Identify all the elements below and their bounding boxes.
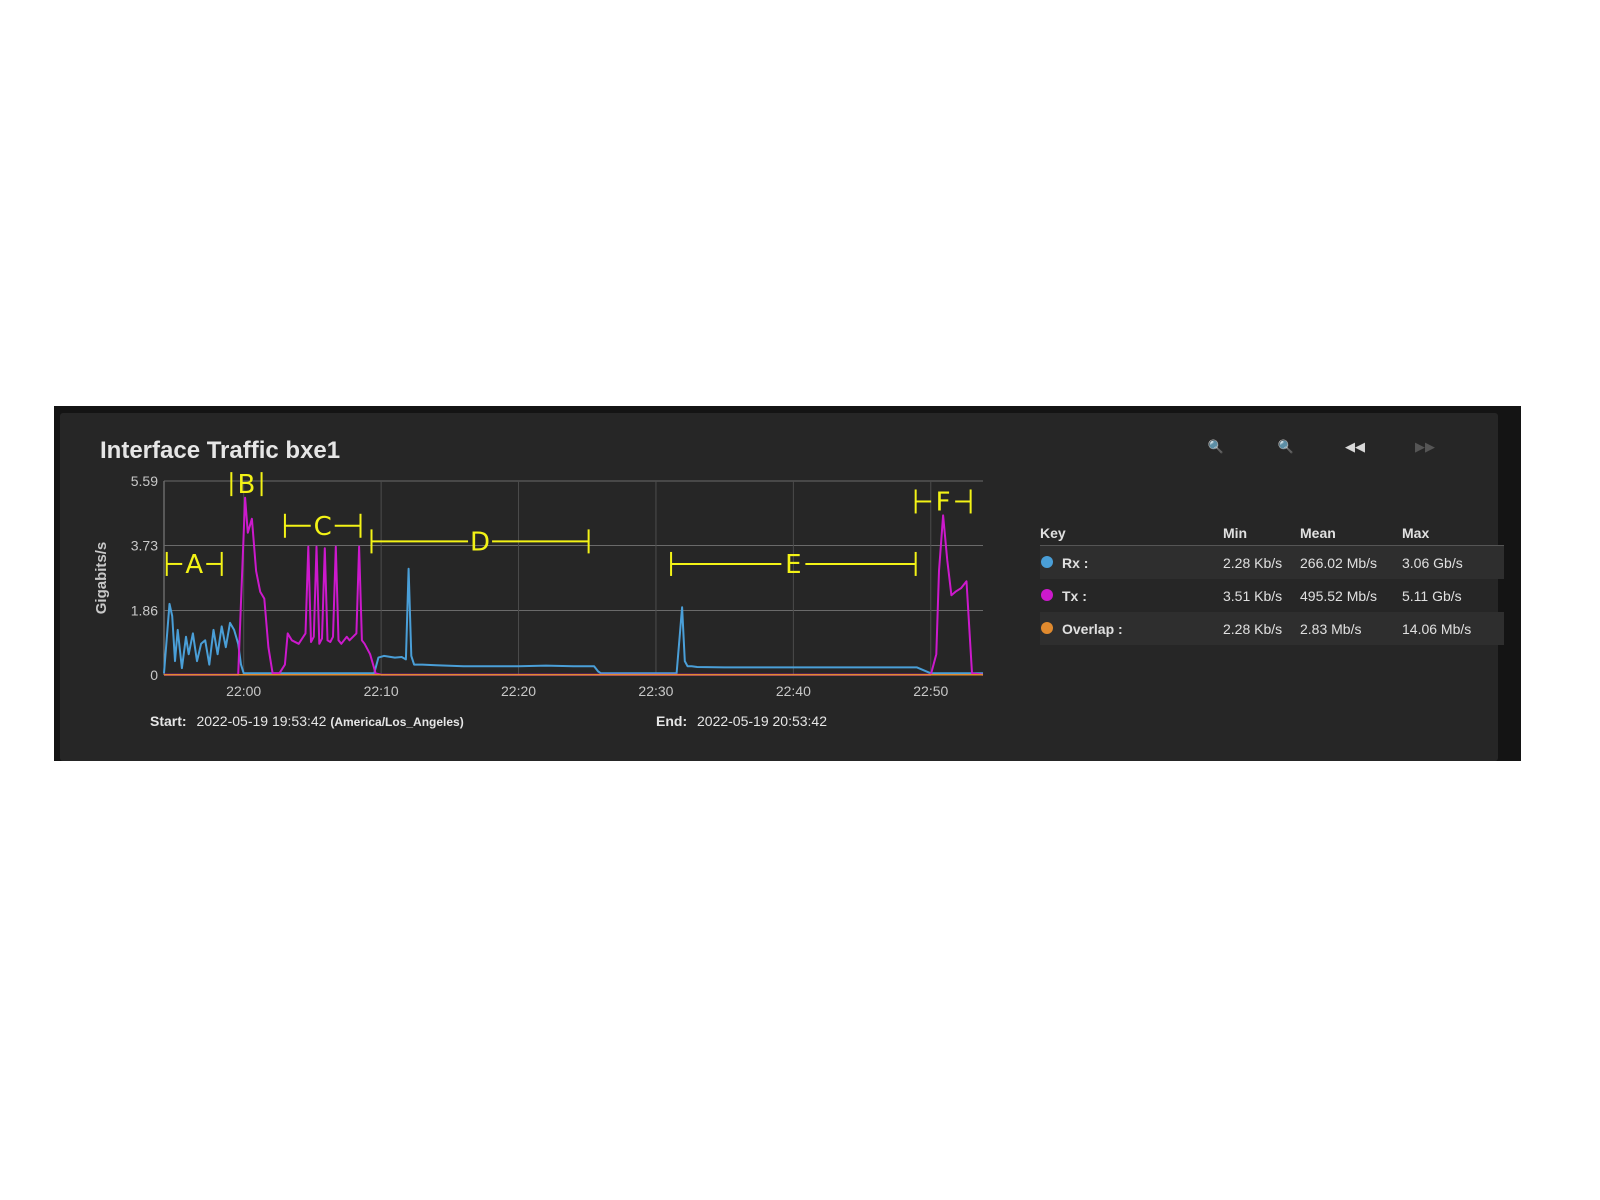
legend-header: Key Min Mean Max [1040,523,1504,546]
zoom-out-icon[interactable]: 🔍 [1273,437,1299,459]
x-tick-label: 22:30 [638,683,673,699]
x-tick-label: 22:00 [226,683,261,699]
legend-series-name: Overlap : [1062,621,1123,637]
y-tick-label: 0 [150,667,158,683]
legend-mean-value: 2.83 Mb/s [1300,621,1362,637]
annotation-label: C [314,512,332,542]
legend-min-value: 2.28 Kb/s [1223,555,1283,571]
overlap-color-dot [1041,622,1053,634]
legend-series-name: Tx : [1062,588,1087,604]
legend-header-mean: Mean [1300,525,1336,541]
chart-panel: Interface Traffic bxe1 🔍 🔍 ◀◀ ▶▶ 0 1.86 3.… [60,413,1504,761]
annotation-label: D [470,527,490,557]
x-tick-label: 22:10 [364,683,399,699]
zoom-in-icon[interactable]: 🔍 [1203,437,1229,459]
x-tick-label: 22:40 [776,683,811,699]
x-tick-label: 22:20 [501,683,536,699]
end-value: 2022-05-19 20:53:42 [697,713,827,729]
legend-max-value: 5.11 Gb/s [1402,588,1462,604]
y-tick-label: 5.59 [131,473,158,489]
forward-icon[interactable]: ▶▶ [1412,437,1438,459]
screenshot-frame: Interface Traffic bxe1 🔍 🔍 ◀◀ ▶▶ 0 1.86 3.… [54,406,1521,761]
legend-max-value: 3.06 Gb/s [1402,555,1463,571]
legend-header-max: Max [1402,525,1430,541]
legend-max-value: 14.06 Mb/s [1402,621,1472,637]
end-info: End: 2022-05-19 20:53:42 [656,713,827,729]
y-axis-label: Gigabits/s [93,542,110,615]
legend-row-tx[interactable]: Tx : 3.51 Kb/s 495.52 Mb/s 5.11 Gb/s [1040,579,1504,612]
annotation-label: A [185,550,203,580]
legend-table: Key Min Mean Max Rx : 2.28 Kb/s 266.02 M… [1040,523,1504,645]
legend-series-name: Rx : [1062,555,1089,571]
series-line-rx [163,567,983,675]
x-tick-label: 22:50 [913,683,948,699]
legend-row-overlap[interactable]: Overlap : 2.28 Kb/s 2.83 Mb/s 14.06 Mb/s [1040,612,1504,645]
legend-min-value: 3.51 Kb/s [1223,588,1283,604]
legend-row-rx[interactable]: Rx : 2.28 Kb/s 266.02 Mb/s 3.06 Gb/s [1040,546,1504,579]
traffic-chart: 0 1.86 3.73 5.59 22:00 22:10 22:20 22:30 22:40 22… [93,470,984,699]
start-info: Start: 2022-05-19 19:53:42 (America/Los_… [150,713,464,729]
start-timezone: (America/Los_Angeles) [330,715,464,729]
series-line-tx [164,496,984,676]
legend-min-value: 2.28 Kb/s [1223,621,1283,637]
annotation-label: B [238,470,256,500]
annotation-label: F [936,487,951,517]
legend-mean-value: 495.52 Mb/s [1300,588,1378,604]
legend-header-min: Min [1223,525,1248,541]
annotation-label: E [785,550,801,580]
start-label: Start: [150,713,187,729]
start-value: 2022-05-19 19:53:42 [196,713,327,729]
back-icon[interactable]: ◀◀ [1342,437,1368,459]
tx-color-dot [1041,589,1053,601]
end-label: End: [656,713,688,729]
legend-mean-value: 266.02 Mb/s [1300,555,1378,571]
legend-header-key: Key [1040,525,1066,541]
y-tick-label: 3.73 [131,538,158,554]
y-tick-label: 1.86 [131,602,158,618]
rx-color-dot [1041,556,1053,568]
